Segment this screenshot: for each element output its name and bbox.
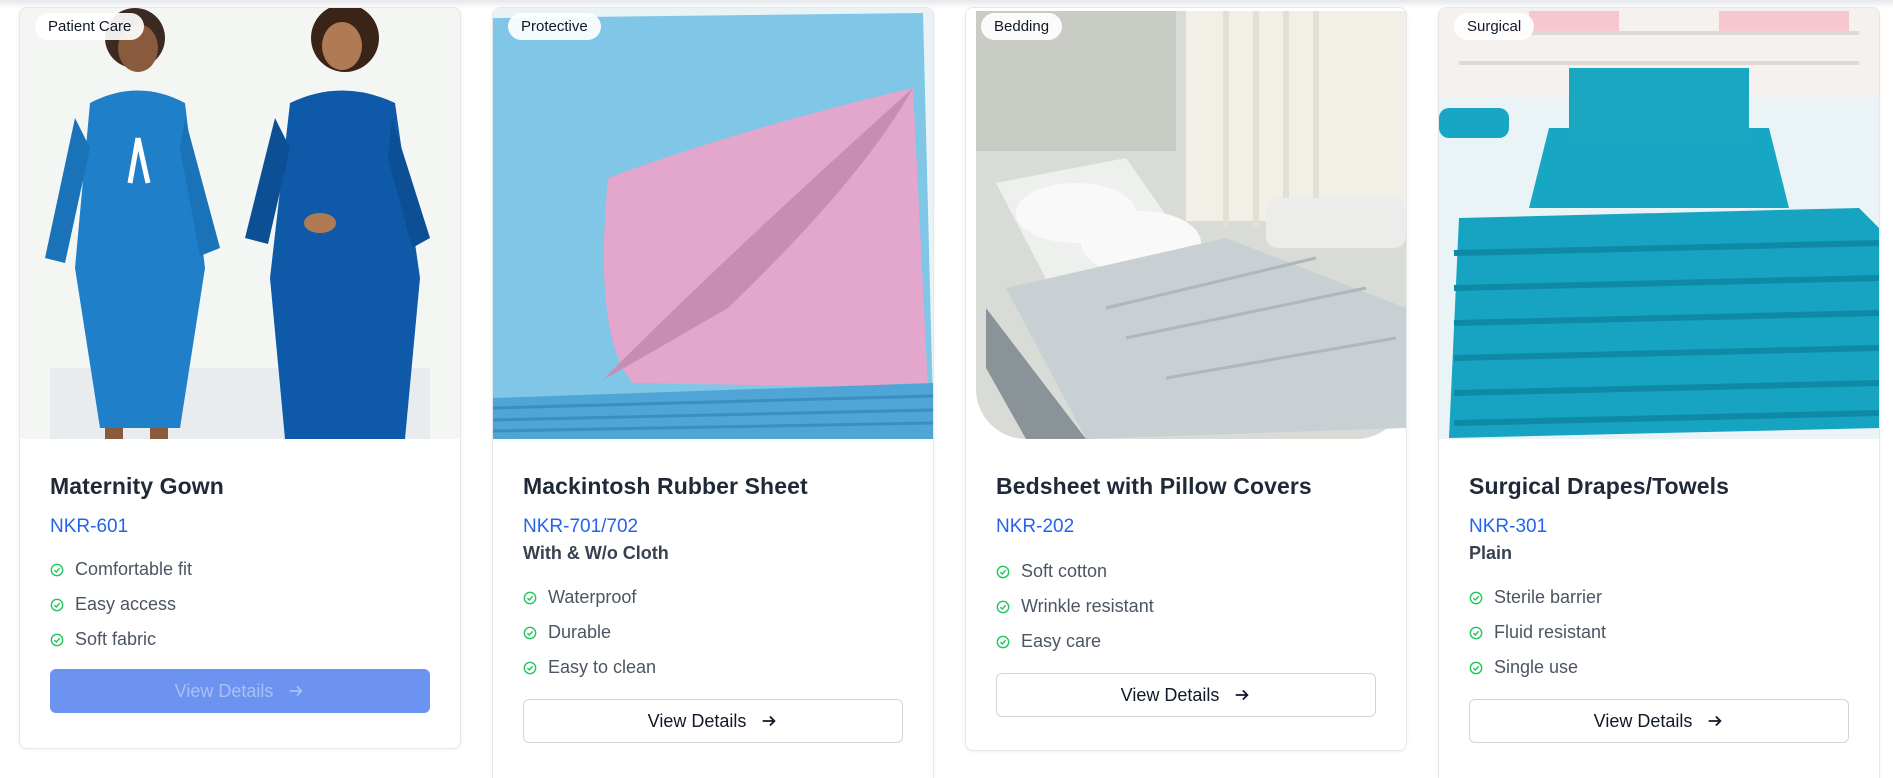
product-subtitle: With & W/o Cloth (523, 543, 669, 563)
feature-label: Wrinkle resistant (1021, 596, 1154, 616)
feature-label: Easy care (1021, 631, 1102, 651)
check-circle-icon (50, 563, 64, 576)
product-code: NKR-701/702 (523, 516, 639, 537)
feature-label: Easy to clean (548, 657, 657, 677)
feature-item: Waterproof (523, 580, 903, 615)
check-circle-icon (1469, 661, 1483, 674)
maternity-gown-image (20, 8, 460, 439)
check-circle-icon (1469, 591, 1483, 604)
check-circle-icon (50, 633, 64, 646)
feature-label: Soft fabric (75, 629, 157, 649)
product-card-bedsheet: Bedding Bedsheet with Pillow Covers NKR-… (965, 7, 1407, 751)
arrow-right-icon (763, 715, 777, 727)
product-title: Surgical Drapes/Towels (1469, 473, 1729, 499)
feature-label: Sterile barrier (1494, 587, 1603, 607)
feature-label: Durable (548, 622, 612, 642)
feature-item: Easy care (996, 624, 1376, 659)
rubber-sheet-image (493, 8, 933, 439)
check-circle-icon (50, 598, 64, 611)
product-image: Bedding (966, 8, 1406, 439)
category-badge: Protective (508, 13, 601, 40)
feature-item: Soft fabric (50, 622, 430, 657)
surgical-drapes-image (1439, 8, 1879, 439)
arrow-right-icon (290, 685, 304, 697)
category-badge: Bedding (981, 13, 1063, 40)
check-circle-icon (996, 635, 1010, 648)
check-circle-icon (996, 600, 1010, 613)
product-title: Maternity Gown (50, 473, 224, 499)
feature-label: Comfortable fit (75, 559, 193, 579)
feature-item: Soft cotton (996, 554, 1376, 589)
feature-item: Single use (1469, 650, 1849, 685)
check-circle-icon (523, 661, 537, 674)
product-subtitle: Plain (1469, 543, 1513, 563)
feature-label: Single use (1494, 657, 1579, 677)
feature-item: Comfortable fit (50, 552, 430, 587)
feature-item: Wrinkle resistant (996, 589, 1376, 624)
feature-label: Waterproof (548, 587, 637, 607)
feature-item: Easy to clean (523, 650, 903, 685)
product-image: Patient Care (20, 8, 460, 439)
category-badge: Surgical (1454, 13, 1535, 40)
product-card-surgical-drapes: Surgical Surgical Drapes/Towels NKR-301 … (1438, 7, 1880, 778)
view-details-button[interactable]: View Details (996, 673, 1376, 717)
product-title: Mackintosh Rubber Sheet (523, 473, 808, 499)
button-label: View Details (174, 680, 274, 701)
feature-label: Soft cotton (1021, 561, 1108, 581)
button-label: View Details (647, 710, 747, 731)
feature-list: Comfortable fit Easy access Soft fabric (50, 552, 430, 657)
check-circle-icon (523, 626, 537, 639)
button-label: View Details (1593, 710, 1693, 731)
feature-item: Sterile barrier (1469, 580, 1849, 615)
product-card-mackintosh-rubber-sheet: Protective Mackintosh Rubber Sheet NKR-7… (492, 7, 934, 778)
product-code: NKR-202 (996, 516, 1075, 537)
feature-list: Soft cotton Wrinkle resistant Easy care (996, 554, 1376, 659)
view-details-button[interactable]: View Details (523, 699, 903, 743)
bedsheet-image (966, 8, 1406, 439)
view-details-button[interactable]: View Details (1469, 699, 1849, 743)
feature-item: Fluid resistant (1469, 615, 1849, 650)
product-image: Protective (493, 8, 933, 439)
category-badge: Patient Care (35, 13, 145, 40)
feature-list: Waterproof Durable Easy to clean (523, 580, 903, 685)
feature-item: Durable (523, 615, 903, 650)
header-shadow (0, 0, 1893, 8)
feature-label: Easy access (75, 594, 177, 614)
product-card-maternity-gown: Patient Care Maternity Gown NKR-601 Comf… (19, 7, 461, 749)
arrow-right-icon (1709, 715, 1723, 727)
button-label: View Details (1120, 684, 1220, 705)
feature-label: Fluid resistant (1494, 622, 1607, 642)
product-title: Bedsheet with Pillow Covers (996, 473, 1312, 499)
product-grid: Patient Care Maternity Gown NKR-601 Comf… (19, 0, 1893, 778)
feature-list: Sterile barrier Fluid resistant Single u… (1469, 580, 1849, 685)
feature-item: Easy access (50, 587, 430, 622)
view-details-button[interactable]: View Details (50, 669, 430, 713)
arrow-right-icon (1236, 689, 1250, 701)
product-image: Surgical (1439, 8, 1879, 439)
check-circle-icon (523, 591, 537, 604)
product-code: NKR-601 (50, 516, 129, 537)
check-circle-icon (996, 565, 1010, 578)
product-code: NKR-301 (1469, 516, 1548, 537)
check-circle-icon (1469, 626, 1483, 639)
